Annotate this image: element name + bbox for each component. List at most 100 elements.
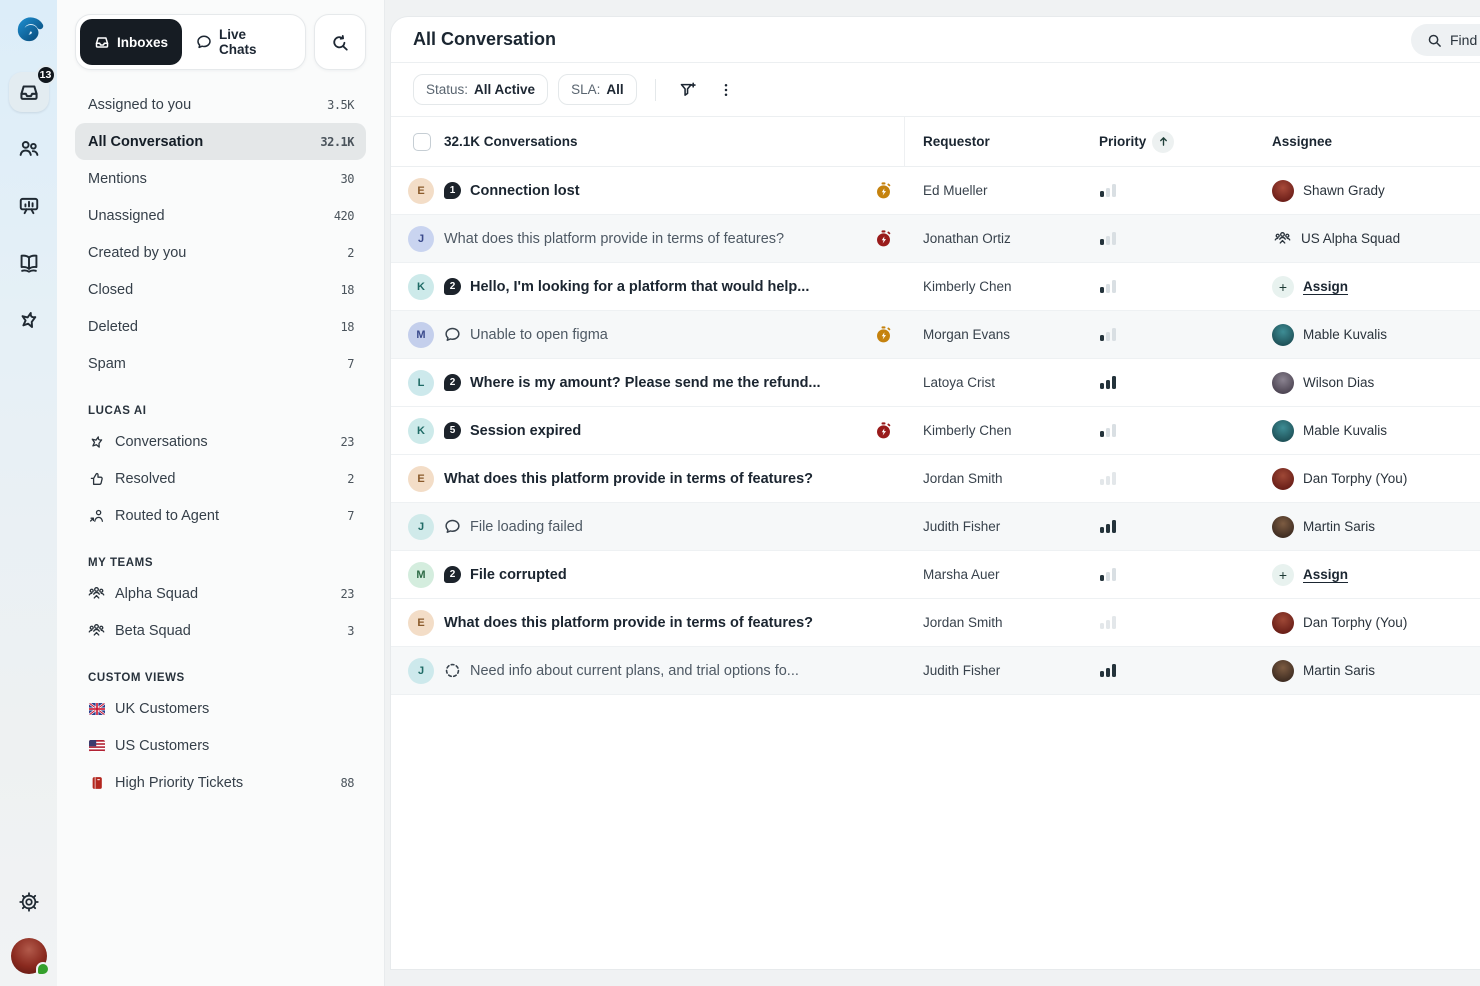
sidebar-item-created-by-you[interactable]: Created by you2 [75,234,366,271]
unread-count-badge: 2 [444,374,461,391]
find-label: Find T [1450,32,1480,48]
assignee-name: Dan Torphy (You) [1303,471,1407,486]
priority-bar [1112,424,1116,437]
thumbs-up-icon [88,470,105,487]
item-label: Alpha Squad [115,586,341,602]
requestor-name: Morgan Evans [923,327,1010,342]
sidebar-item-us-customers[interactable]: US Customers [75,727,366,764]
nav-label: Mentions [88,171,147,187]
item-label: Conversations [115,434,341,450]
find-search-button[interactable]: Find T [1411,24,1480,56]
sidebar-item-unassigned[interactable]: Unassigned420 [75,197,366,234]
toggle-inboxes[interactable]: Inboxes [80,19,182,65]
sidebar-item-spam[interactable]: Spam7 [75,345,366,382]
team-icon [88,585,105,602]
priority-bar [1112,232,1116,245]
priority-bar [1100,383,1104,389]
conversation-row[interactable]: L2Where is my amount? Please send me the… [391,359,1480,407]
sidebar-item-deleted[interactable]: Deleted18 [75,308,366,345]
sidebar-item-alpha-squad[interactable]: Alpha Squad23 [75,575,366,612]
requestor-avatar: J [408,658,434,684]
conversation-row[interactable]: K5Session expiredKimberly ChenMable Kuva… [391,407,1480,455]
toggle-inboxes-label: Inboxes [117,35,168,50]
assignee-cell: Dan Torphy (You) [1272,468,1407,490]
conversation-title: Need info about current plans, and trial… [470,663,799,679]
conversation-row[interactable]: EWhat does this platform provide in term… [391,599,1480,647]
chat-outline-icon [444,326,461,343]
conversation-row[interactable]: M2File corruptedMarsha Auer+Assign [391,551,1480,599]
column-header-priority[interactable]: Priority [1099,131,1174,153]
sidebar-item-closed[interactable]: Closed18 [75,271,366,308]
nav-label: All Conversation [88,134,203,150]
priority-bar [1106,572,1110,582]
status-filter[interactable]: Status: All Active [413,74,548,105]
rail-inbox-button[interactable]: 13 [9,72,49,112]
priority-bar [1112,376,1116,389]
conversation-row[interactable]: MUnable to open figmaMorgan EvansMable K… [391,311,1480,359]
rail-ai-button[interactable] [9,300,49,340]
priority-bar [1112,184,1116,197]
assignee-avatar [1272,468,1294,490]
assign-plus-icon[interactable]: + [1272,564,1294,586]
item-label: UK Customers [115,701,354,717]
priority-bar [1106,428,1110,438]
nav-label: Closed [88,282,133,298]
nav-count: 3.5K [327,98,354,112]
rail-settings-button[interactable] [9,882,49,922]
conversation-row[interactable]: J Need info about current plans, and tria… [391,647,1480,695]
sidebar-item-mentions[interactable]: Mentions30 [75,160,366,197]
assignee-cell: Dan Torphy (You) [1272,612,1407,634]
column-header-assignee[interactable]: Assignee [1272,134,1332,149]
requestor-avatar: M [408,562,434,588]
rail-reports-button[interactable] [9,186,49,226]
priority-bar [1106,236,1110,246]
rail-knowledge-base-button[interactable] [9,243,49,283]
sidebar-item-assigned-to-you[interactable]: Assigned to you3.5K [75,86,366,123]
priority-bar [1112,280,1116,293]
sidebar-item-beta-squad[interactable]: Beta Squad3 [75,612,366,649]
column-header-requestor[interactable]: Requestor [923,134,990,149]
requestor-avatar: K [408,418,434,444]
select-all-checkbox[interactable] [413,133,431,151]
main-area: All Conversation Find T Status: All Acti… [385,0,1480,986]
assignee-name: Martin Saris [1303,519,1375,534]
toggle-live-chats[interactable]: Live Chats [182,19,301,65]
app-logo[interactable] [11,14,47,54]
conversation-row[interactable]: E1Connection lostEd MuellerShawn Grady [391,167,1480,215]
requestor-name: Kimberly Chen [923,279,1012,294]
assignee-name: Mable Kuvalis [1303,327,1387,342]
toggle-live-chats-label: Live Chats [219,27,287,57]
add-filter-button[interactable] [674,76,702,104]
chat-outline-icon [444,518,461,535]
conversation-row[interactable]: JFile loading failedJudith FisherMartin … [391,503,1480,551]
conversation-row[interactable]: K2Hello, I'm looking for a platform that… [391,263,1480,311]
search-conversations-button[interactable] [314,14,366,70]
item-count: 2 [347,472,354,486]
user-avatar[interactable] [11,938,47,974]
sidebar-item-uk-customers[interactable]: UK Customers [75,690,366,727]
priority-indicator [1100,328,1116,341]
requestor-name: Ed Mueller [923,183,988,198]
assign-link[interactable]: Assign [1303,567,1348,582]
sort-ascending-icon[interactable] [1152,131,1174,153]
sidebar-item-high-priority-tickets[interactable]: High Priority Tickets88 [75,764,366,801]
requestor-name: Marsha Auer [923,567,1000,582]
nav-count: 420 [334,209,354,223]
assignee-name: Mable Kuvalis [1303,423,1387,438]
conversation-title: What does this platform provide in terms… [444,471,813,487]
assign-link[interactable]: Assign [1303,279,1348,294]
table-header: 32.1K Conversations Requestor Priority A… [391,117,1480,167]
sidebar-item-resolved[interactable]: Resolved2 [75,460,366,497]
conversation-row[interactable]: EWhat does this platform provide in term… [391,455,1480,503]
sidebar-item-routed-to-agent[interactable]: Routed to Agent7 [75,497,366,534]
sidebar-item-all-conversation[interactable]: All Conversation 32.1K [75,123,366,160]
priority-bar [1100,479,1104,485]
conversation-row[interactable]: JWhat does this platform provide in term… [391,215,1480,263]
more-options-button[interactable] [712,76,740,104]
rail-contacts-button[interactable] [9,129,49,169]
nav-count: 32.1K [320,135,354,149]
assignee-cell: Mable Kuvalis [1272,324,1387,346]
assign-plus-icon[interactable]: + [1272,276,1294,298]
sidebar-item-conversations[interactable]: Conversations23 [75,423,366,460]
sla-filter[interactable]: SLA: All [558,74,637,105]
